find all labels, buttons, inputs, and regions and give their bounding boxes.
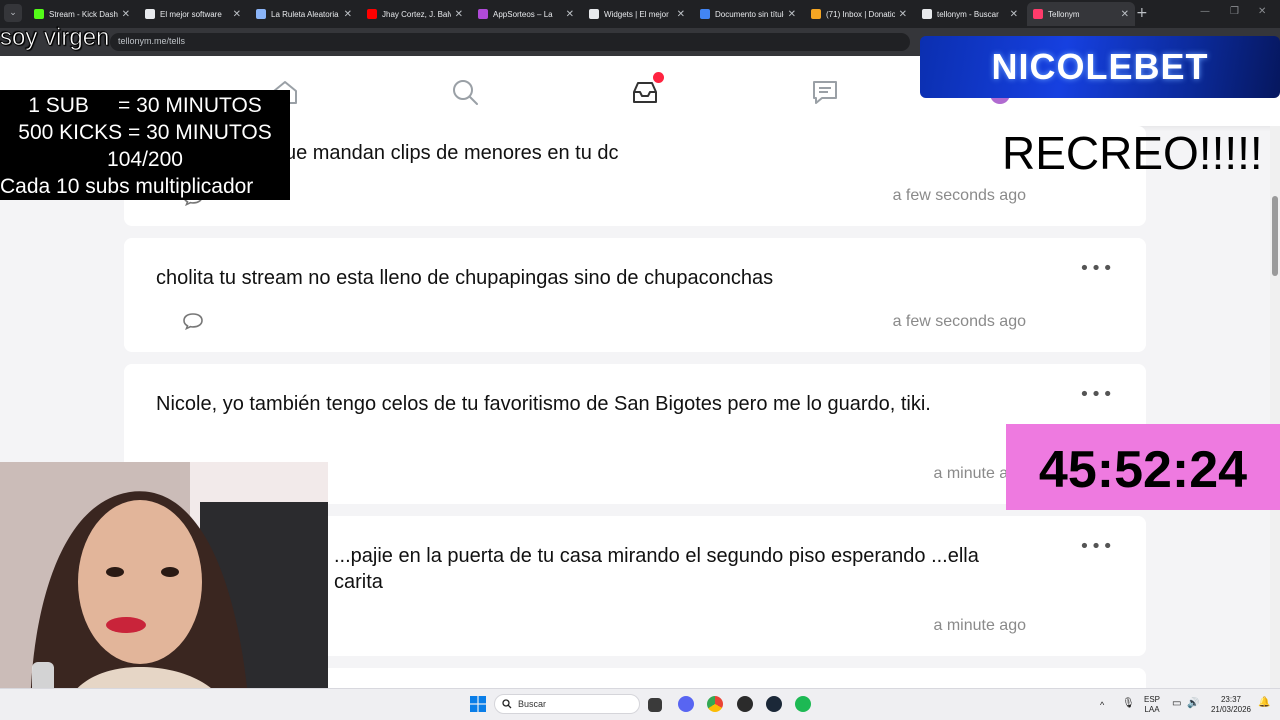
microphone-icon[interactable]: 🎙	[1122, 699, 1135, 709]
tab-favicon-icon	[145, 9, 155, 19]
tab-search-button[interactable]: ⌄	[4, 4, 22, 22]
tell-text: ...pajie en la puerta de tu casa mirando…	[334, 545, 979, 593]
maximize-icon[interactable]: ❐	[1230, 6, 1239, 17]
discord-icon[interactable]	[678, 696, 694, 712]
more-options-icon[interactable]: •••	[1079, 384, 1114, 405]
obs-icon[interactable]	[737, 696, 753, 712]
url-text: tellonym.me/tells	[118, 36, 186, 46]
minimize-icon[interactable]: —	[1200, 6, 1210, 17]
browser-tab[interactable]: Tellonym ✕	[1027, 2, 1135, 26]
rule-line: 1 SUB = 30 MINUTOS	[28, 94, 262, 117]
tab-favicon-icon	[700, 9, 710, 19]
tab-close-icon[interactable]: ✕	[455, 9, 463, 20]
tab-favicon-icon	[256, 9, 266, 19]
tab-close-icon[interactable]: ✕	[677, 9, 685, 20]
scrollbar-thumb[interactable]	[1272, 196, 1278, 276]
task-view-icon[interactable]	[648, 698, 662, 712]
tab-favicon-icon	[478, 9, 488, 19]
browser-tab[interactable]: La Ruleta Aleatoria ✕	[250, 2, 358, 26]
tab-close-icon[interactable]: ✕	[344, 9, 352, 20]
overlay-title: soy virgen	[0, 24, 110, 52]
browser-tab[interactable]: tellonym - Buscar ✕	[916, 2, 1024, 26]
tab-label: La Ruleta Aleatoria	[271, 9, 339, 19]
language-code: ESP	[1143, 695, 1160, 704]
subathon-rules-panel: 1 SUB = 30 MINUTOS 500 KICKS = 30 MINUTO…	[0, 90, 290, 200]
chrome-icon[interactable]	[707, 696, 723, 712]
notification-bell-icon[interactable]: 🔔	[1258, 698, 1270, 708]
tab-favicon-icon	[367, 9, 377, 19]
tell-time: a few seconds ago	[892, 187, 1026, 204]
volume-icon[interactable]: 🔊	[1187, 699, 1199, 709]
more-options-icon[interactable]: •••	[1079, 536, 1114, 557]
clock-date: 21/03/2026	[1210, 705, 1252, 714]
tab-close-icon[interactable]: ✕	[1010, 9, 1018, 20]
browser-tab[interactable]: Documento sin título ✕	[694, 2, 802, 26]
tab-label: Jhay Cortez, J. Balvin	[382, 9, 451, 19]
browser-tab[interactable]: Stream - Kick Dash ✕	[28, 2, 136, 26]
tab-favicon-icon	[811, 9, 821, 19]
tab-favicon-icon	[922, 9, 932, 19]
reply-icon[interactable]	[182, 312, 204, 330]
clock[interactable]: 23:37 21/03/2026	[1208, 695, 1254, 715]
sponsor-banner: NICOLEBET	[920, 36, 1280, 98]
browser-tab[interactable]: Widgets | El mejor ✕	[583, 2, 691, 26]
tab-label: Widgets | El mejor	[604, 9, 669, 19]
tab-label: (71) Inbox | Donations	[826, 9, 895, 19]
browser-tab[interactable]: Jhay Cortez, J. Balvin ✕	[361, 2, 469, 26]
url-field[interactable]	[110, 33, 910, 51]
subathon-timer: 45:52:24	[1006, 424, 1280, 510]
browser-tab[interactable]: AppSorteos – La ✕	[472, 2, 580, 26]
webcam-image	[0, 462, 328, 720]
tab-close-icon[interactable]: ✕	[899, 9, 907, 20]
taskbar-search-placeholder: Buscar	[518, 699, 547, 709]
tab-close-icon[interactable]: ✕	[788, 9, 796, 20]
more-options-icon[interactable]: •••	[1079, 258, 1114, 279]
timer-value: 45:52:24	[1038, 441, 1248, 499]
search-icon	[502, 699, 512, 709]
close-window-icon[interactable]: ✕	[1258, 6, 1266, 17]
tray-overflow-icon[interactable]: ^	[1100, 700, 1104, 710]
webcam-feed	[0, 462, 328, 720]
messages-icon[interactable]	[810, 77, 840, 107]
windows-start-icon[interactable]	[470, 696, 486, 712]
tab-label: Documento sin título	[715, 9, 784, 19]
tab-close-icon[interactable]: ✕	[233, 9, 241, 20]
goal-counter: 104/200	[107, 148, 183, 171]
rule-line: 500 KICKS = 30 MINUTOS	[18, 121, 272, 144]
windows-taskbar	[0, 688, 1280, 720]
tab-label: Stream - Kick Dash	[49, 9, 118, 19]
taskbar-search[interactable]	[494, 694, 640, 714]
network-icon[interactable]: ▭	[1172, 699, 1181, 709]
sponsor-name: NICOLEBET	[991, 46, 1209, 87]
browser-tab[interactable]: (71) Inbox | Donations ✕	[805, 2, 913, 26]
tab-close-icon[interactable]: ✕	[122, 9, 130, 20]
announcement-text: RECREO!!!!!	[1002, 127, 1263, 179]
tell-card: ••• cholita tu stream no esta lleno de c…	[124, 238, 1146, 352]
tell-time: a minute ago	[933, 617, 1026, 634]
language-indicator[interactable]: ESP LAA	[1142, 695, 1162, 715]
notification-dot	[653, 72, 664, 83]
browser-tab-strip: ⌄ Stream - Kick Dash ✕ El mejor software ✕ L…	[0, 0, 1280, 28]
rule-line: Cada 10 subs multiplicador	[0, 175, 254, 198]
tab-favicon-icon	[1033, 9, 1043, 19]
language-layout: LAA	[1144, 705, 1160, 714]
tab-favicon-icon	[589, 9, 599, 19]
tell-time: a few seconds ago	[892, 313, 1026, 330]
clock-time: 23:37	[1220, 695, 1242, 704]
tab-label: Tellonym	[1048, 9, 1080, 19]
tab-label: AppSorteos – La	[493, 9, 553, 19]
tab-close-icon[interactable]: ✕	[1121, 9, 1129, 20]
tab-label: tellonym - Buscar	[937, 9, 999, 19]
tell-text: cholita tu stream no esta lleno de chupa…	[156, 267, 774, 289]
search-icon[interactable]	[450, 77, 480, 107]
tab-close-icon[interactable]: ✕	[566, 9, 574, 20]
new-tab-button[interactable]: +	[1136, 5, 1148, 21]
spotify-icon[interactable]	[795, 696, 811, 712]
tab-favicon-icon	[34, 9, 44, 19]
steam-icon[interactable]	[766, 696, 782, 712]
tab-label: El mejor software	[160, 9, 222, 19]
browser-tab[interactable]: El mejor software ✕	[139, 2, 247, 26]
tell-text: Nicole, yo también tengo celos de tu fav…	[156, 393, 931, 415]
